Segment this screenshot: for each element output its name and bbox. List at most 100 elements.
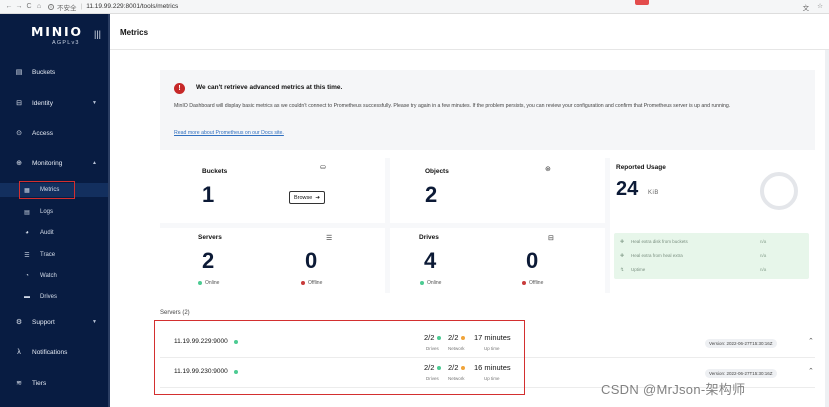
objects-count: 2	[425, 182, 438, 207]
chevron-up-icon[interactable]: ⌃	[808, 367, 814, 375]
docs-link[interactable]: Read more about Prometheus on our Docs s…	[174, 130, 284, 136]
page-header: Metrics	[110, 14, 829, 50]
minio-logo[interactable]: MINIO	[31, 24, 83, 39]
sidebar-item-watch[interactable]: ◔ Watch	[0, 269, 110, 283]
servers-label: Servers	[198, 234, 222, 241]
browser-toolbar: ← → C ⌂ i 不安全 | 11.19.99.229:8001/tools/…	[0, 0, 829, 14]
usage-card: Reported Usage 24 KiB ✚ Heal extra disk …	[610, 158, 815, 293]
url-divider: |	[80, 3, 83, 10]
sidebar-item-label: Identity	[32, 99, 53, 107]
drives-online-status: Online	[420, 280, 441, 286]
sidebar-item-drives[interactable]: ▬ Drives	[0, 290, 110, 304]
servers-online-count: 2	[202, 248, 215, 273]
sidebar-item-label: Monitoring	[32, 159, 63, 167]
offline-dot-icon	[522, 281, 526, 285]
online-label: Online	[205, 280, 220, 286]
drives-offline-count: 0	[526, 248, 539, 273]
sidebar-item-tiers[interactable]: ≋ Tiers	[0, 376, 110, 390]
health-row: ↯ Uptime n/a	[620, 264, 805, 275]
buckets-card: Buckets 1 ⛀ Browse ➔	[160, 158, 385, 223]
servers-heading: Servers (2)	[160, 310, 190, 316]
buckets-label: Buckets	[202, 168, 228, 175]
collapse-menu-icon[interactable]: |||	[94, 29, 101, 39]
offline-label: Offline	[308, 280, 323, 286]
online-label: Online	[427, 280, 442, 286]
browse-button[interactable]: Browse ➔	[289, 191, 325, 204]
health-row-label: Uptime	[631, 267, 646, 272]
forward-icon[interactable]: →	[14, 3, 24, 10]
health-row-label: Heal extra disk from buckets	[631, 239, 688, 244]
servers-icon: ☰	[326, 235, 333, 242]
home-icon[interactable]: ⌂	[34, 3, 44, 10]
sidebar: MINIO AGPLv3 ||| ▤ Buckets ⊟ Identity ▼ …	[0, 14, 110, 407]
alert-body: MinIO Dashboard will display basic metri…	[174, 103, 731, 109]
objects-label: Objects	[425, 168, 449, 175]
sidebar-item-label: Tiers	[32, 379, 47, 387]
support-icon: ⚙	[15, 319, 23, 326]
buckets-count: 1	[202, 182, 215, 207]
chevron-down-icon: ▼	[92, 319, 97, 325]
health-row-value: n/a	[760, 267, 767, 272]
sidebar-item-label: Buckets	[32, 68, 56, 76]
health-row-value: n/a	[760, 239, 767, 244]
sidebar-item-monitoring[interactable]: ⊕ Monitoring ▲	[0, 156, 110, 170]
translate-icon[interactable]: 文	[803, 2, 810, 12]
sidebar-item-label: Notifications	[32, 348, 68, 356]
health-row-value: n/a	[760, 253, 767, 258]
version-badge: Version: 2022-06-27T15:30:16Z	[705, 339, 777, 348]
reload-icon[interactable]: C	[24, 3, 34, 10]
info-icon[interactable]: i	[48, 3, 54, 10]
access-icon: ⊙	[16, 130, 22, 137]
heal-icon: ✚	[620, 238, 625, 245]
sidebar-item-access[interactable]: ⊙ Access	[0, 126, 110, 140]
servers-offline-status: Offline	[301, 280, 322, 286]
drives-label: Drives	[419, 234, 439, 241]
bucket-icon: ⛀	[320, 164, 326, 171]
sidebar-item-label: Watch	[40, 273, 57, 279]
bucket-icon: ▤	[15, 69, 23, 76]
version-badge: Version: 2022-06-27T15:30:16Z	[705, 369, 777, 378]
license-label: AGPLv3	[52, 40, 80, 46]
online-dot-icon	[420, 281, 424, 285]
sidebar-item-logs[interactable]: ▤ Logs	[0, 205, 110, 219]
servers-card: Servers ☰ 2 Online 0 Offline	[160, 228, 385, 293]
extension-badge	[635, 0, 649, 5]
bookmark-star-icon[interactable]: ☆	[817, 2, 823, 12]
offline-label: Offline	[529, 280, 544, 286]
health-row-label: Heal extra from heal extra	[631, 253, 683, 258]
sidebar-item-label: Logs	[40, 209, 54, 215]
chevron-up-icon[interactable]: ⌃	[808, 337, 814, 345]
objects-card: Objects 2 ⊛	[390, 158, 605, 223]
alert-title: We can't retrieve advanced metrics at th…	[196, 84, 343, 91]
arrow-right-icon: ➔	[315, 194, 320, 201]
servers-online-status: Online	[198, 280, 219, 286]
tiers-icon: ≋	[16, 380, 22, 387]
stats-panel: Buckets 1 ⛀ Browse ➔ Objects 2 ⊛ Servers…	[160, 158, 815, 293]
sidebar-item-identity[interactable]: ⊟ Identity ▼	[0, 96, 110, 110]
audit-icon: ◕	[25, 230, 29, 236]
address-bar[interactable]: 11.19.99.229:8001/tools/metrics	[86, 3, 178, 10]
sidebar-item-trace[interactable]: ☰ Trace	[0, 248, 110, 262]
metrics-highlight-box	[19, 181, 75, 199]
sidebar-item-support[interactable]: ⚙ Support ▼	[0, 315, 110, 329]
identity-icon: ⊟	[16, 100, 22, 107]
usage-value: 24	[616, 178, 639, 200]
browse-label: Browse	[294, 194, 313, 201]
watermark: CSDN @MrJson-架构师	[601, 382, 746, 397]
main-content: ! We can't retrieve advanced metrics at …	[110, 50, 829, 407]
online-dot-icon	[198, 281, 202, 285]
drives-online-count: 4	[424, 248, 437, 273]
heal-icon: ✚	[620, 252, 625, 259]
sidebar-item-audit[interactable]: ◕ Audit	[0, 226, 110, 240]
sidebar-item-buckets[interactable]: ▤ Buckets	[0, 65, 110, 79]
offline-dot-icon	[301, 281, 305, 285]
page-scrollbar[interactable]	[825, 50, 829, 407]
drives-card: Drives ⊟ 4 Online 0 Offline	[390, 228, 605, 293]
chevron-down-icon: ▼	[92, 100, 97, 106]
sidebar-item-notifications[interactable]: λ Notifications	[0, 345, 110, 359]
sidebar-item-label: Trace	[40, 252, 56, 258]
back-icon[interactable]: ←	[4, 3, 14, 10]
drives-icon: ⊟	[548, 235, 554, 242]
insecure-label: 不安全	[57, 4, 77, 12]
health-row: ✚ Heal extra disk from buckets n/a	[620, 236, 805, 247]
